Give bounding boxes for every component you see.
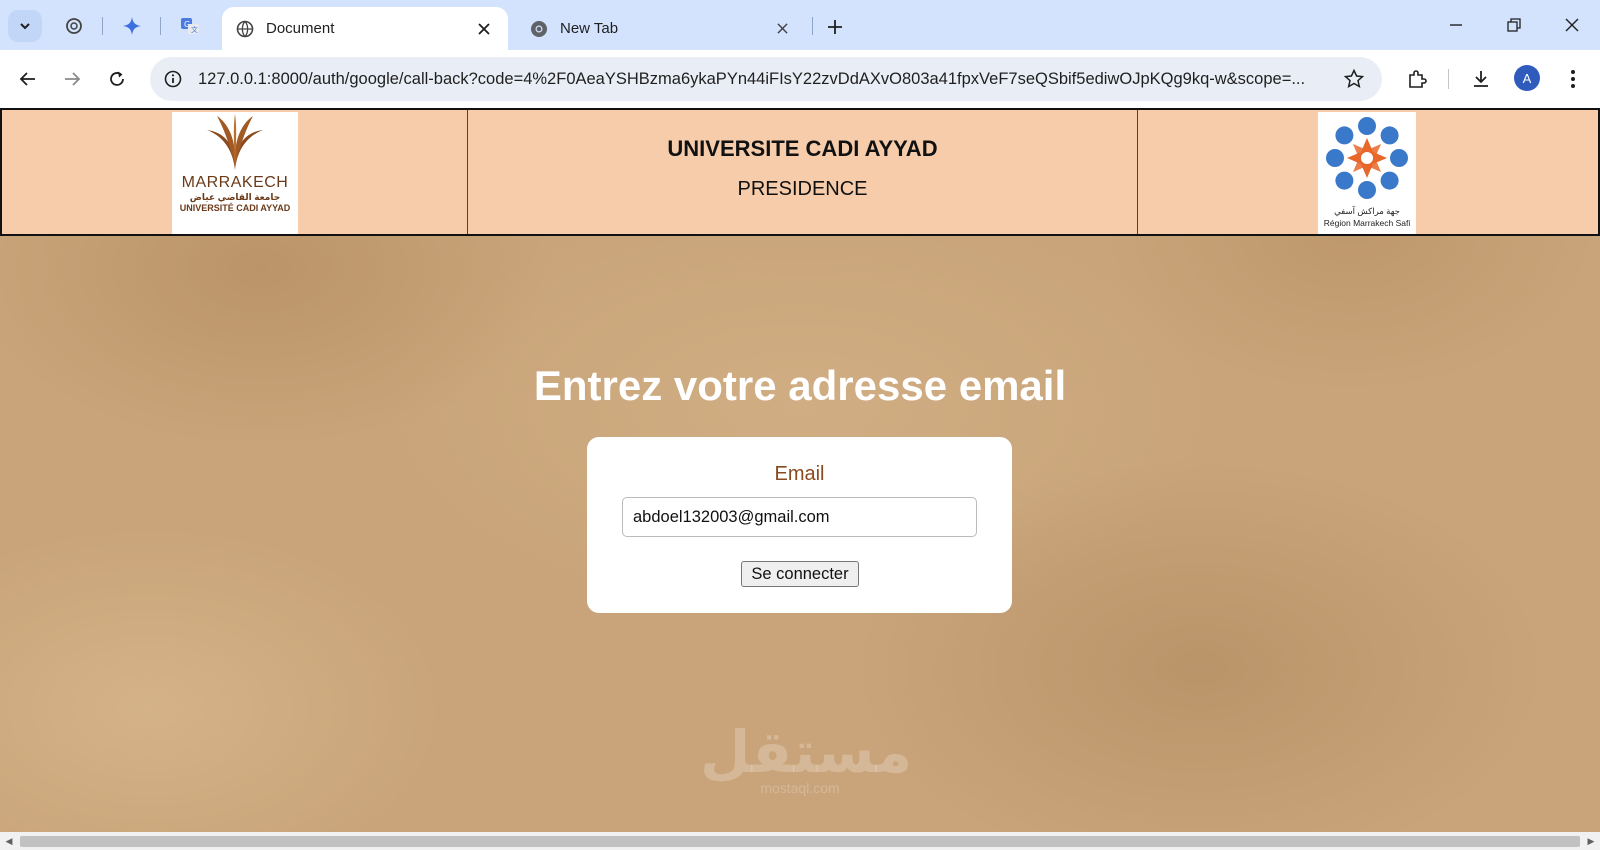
minimize-button[interactable] xyxy=(1436,10,1476,40)
chrome-icon xyxy=(531,20,547,37)
minimize-icon xyxy=(1450,24,1462,26)
scroll-left-arrow-icon[interactable]: ◀ xyxy=(2,834,16,848)
tab-new-tab[interactable]: New Tab xyxy=(516,7,806,50)
email-input[interactable] xyxy=(622,497,977,537)
tab-search-button[interactable] xyxy=(8,10,42,42)
forward-button[interactable] xyxy=(57,64,87,94)
watermark-arabic-text: مستقل xyxy=(700,718,913,786)
reload-icon xyxy=(110,71,124,86)
restore-button[interactable] xyxy=(1494,10,1534,40)
email-label: Email xyxy=(774,463,825,485)
pinned-tab-gemini[interactable] xyxy=(118,12,146,40)
arrow-left-icon xyxy=(19,72,35,86)
university-subtitle: PRESIDENCE xyxy=(737,178,868,200)
header-left-cell: MARRAKECH جامعة القاضي عياض UNIVERSITÉ C… xyxy=(2,110,468,234)
tab-separator xyxy=(812,17,813,35)
watermark: مستقل mostaql.com xyxy=(700,718,913,796)
pinned-tab-openai[interactable] xyxy=(60,12,88,40)
info-icon xyxy=(164,70,182,88)
openai-icon xyxy=(66,18,82,34)
close-tab-button[interactable] xyxy=(474,19,494,39)
palm-logo-icon xyxy=(207,114,263,170)
close-window-button[interactable] xyxy=(1552,10,1592,40)
scrollbar-thumb[interactable] xyxy=(20,836,1580,847)
profile-avatar[interactable]: A xyxy=(1514,65,1540,91)
svg-text:文: 文 xyxy=(191,25,198,34)
browser-menu-button[interactable] xyxy=(1558,64,1588,94)
url-text[interactable]: 127.0.0.1:8000/auth/google/call-back?cod… xyxy=(198,70,1328,89)
address-bar[interactable]: 127.0.0.1:8000/auth/google/call-back?cod… xyxy=(150,57,1382,101)
close-icon xyxy=(1565,18,1579,32)
login-button[interactable]: Se connecter xyxy=(741,561,859,587)
tab-strip: G文 Document New Tab xyxy=(0,0,1600,50)
logo-city-text: MARRAKECH xyxy=(181,174,289,191)
pinned-tab-translate[interactable]: G文 xyxy=(176,12,204,40)
region-arabic-text: جهة مراكش آسفي xyxy=(1334,206,1400,216)
puzzle-icon xyxy=(1409,70,1427,88)
header-title-cell: UNIVERSITE CADI AYYAD PRESIDENCE xyxy=(468,110,1138,234)
tab-separator xyxy=(102,17,103,35)
back-button[interactable] xyxy=(13,64,43,94)
chevron-down-icon xyxy=(20,23,30,30)
restore-icon xyxy=(1507,18,1521,32)
site-info-button[interactable] xyxy=(158,64,188,94)
tab-document[interactable]: Document xyxy=(222,7,508,50)
logo-arabic-text: جامعة القاضي عياض xyxy=(189,192,281,202)
logo-university-text: UNIVERSITÉ CADI AYYAD xyxy=(179,203,291,213)
region-logo: جهة مراكش آسفي Région Marrakech Safi xyxy=(1318,112,1416,234)
tab-title: Document xyxy=(266,20,335,37)
new-tab-button[interactable] xyxy=(822,14,848,40)
tab-title: New Tab xyxy=(560,20,619,37)
star-icon xyxy=(1344,69,1364,88)
university-logo: MARRAKECH جامعة القاضي عياض UNIVERSITÉ C… xyxy=(172,112,298,234)
email-form-card: Email Se connecter xyxy=(587,437,1012,613)
globe-icon xyxy=(236,20,254,37)
page-viewport: MARRAKECH جامعة القاضي عياض UNIVERSITÉ C… xyxy=(0,108,1600,832)
page-title: Entrez votre adresse email xyxy=(533,362,1067,409)
toolbar-separator xyxy=(1448,69,1449,89)
close-icon xyxy=(776,23,788,34)
scroll-right-arrow-icon[interactable]: ▶ xyxy=(1584,834,1598,848)
header-right-cell: جهة مراكش آسفي Région Marrakech Safi xyxy=(1138,110,1598,234)
university-title: UNIVERSITE CADI AYYAD xyxy=(667,136,938,161)
site-header: MARRAKECH جامعة القاضي عياض UNIVERSITÉ C… xyxy=(0,108,1600,236)
horizontal-scrollbar[interactable]: ◀ ▶ xyxy=(0,832,1600,850)
browser-toolbar: 127.0.0.1:8000/auth/google/call-back?cod… xyxy=(0,50,1600,108)
translate-icon: G文 xyxy=(181,18,199,34)
plus-icon xyxy=(828,20,842,34)
close-tab-button[interactable] xyxy=(772,19,792,39)
kebab-menu-icon xyxy=(1571,70,1575,88)
download-icon xyxy=(1474,71,1488,87)
extensions-button[interactable] xyxy=(1402,64,1432,94)
arrow-right-icon xyxy=(65,72,81,86)
downloads-button[interactable] xyxy=(1466,64,1496,94)
region-name-text: Région Marrakech Safi xyxy=(1323,218,1411,228)
reload-button[interactable] xyxy=(102,64,132,94)
tab-separator xyxy=(160,17,161,35)
bookmark-button[interactable] xyxy=(1340,65,1368,93)
close-icon xyxy=(478,22,490,35)
gemini-sparkle-icon xyxy=(123,17,141,35)
region-rosette-icon xyxy=(1326,117,1408,199)
